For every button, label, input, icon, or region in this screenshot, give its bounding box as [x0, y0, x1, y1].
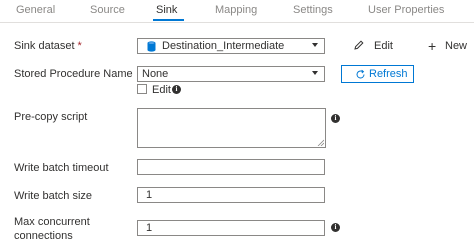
- stored-procedure-select[interactable]: None: [137, 66, 325, 82]
- tab-bar: General Source Sink Mapping Settings Use…: [0, 0, 474, 23]
- chevron-down-icon: [312, 71, 318, 75]
- tab-sink[interactable]: Sink: [156, 4, 177, 16]
- max-concurrent-value: 1: [146, 222, 153, 234]
- edit-dataset-label: Edit: [374, 40, 393, 52]
- plus-icon: +: [428, 38, 437, 54]
- write-batch-timeout-input[interactable]: [137, 159, 325, 175]
- write-batch-size-label: Write batch size: [14, 190, 93, 202]
- resize-grip-icon[interactable]: [317, 139, 324, 146]
- required-marker: *: [77, 40, 82, 52]
- info-icon: i: [331, 223, 340, 232]
- max-concurrent-label-line1: Max concurrent: [14, 216, 90, 228]
- sink-settings-panel: General Source Sink Mapping Settings Use…: [0, 0, 474, 246]
- refresh-icon: [356, 69, 365, 79]
- tab-general[interactable]: General: [16, 4, 55, 16]
- write-batch-size-value: 1: [146, 189, 153, 201]
- pre-copy-script-label: Pre-copy script: [14, 111, 88, 123]
- sink-dataset-label: Sink dataset *: [14, 40, 82, 52]
- refresh-label: Refresh: [369, 68, 408, 80]
- new-dataset-label: New: [445, 40, 468, 52]
- tab-source[interactable]: Source: [90, 4, 125, 16]
- stored-procedure-value: None: [142, 68, 169, 80]
- max-concurrent-label-line2: connections: [14, 230, 73, 242]
- tab-user-properties[interactable]: User Properties: [368, 4, 444, 16]
- database-icon: [147, 41, 156, 52]
- sink-dataset-select[interactable]: Destination_Intermediate: [137, 38, 325, 54]
- pre-copy-script-textarea[interactable]: [137, 108, 326, 148]
- stored-procedure-label: Stored Procedure Name: [14, 68, 133, 80]
- chevron-down-icon: [312, 43, 318, 47]
- info-icon: i: [331, 114, 340, 123]
- edit-procedure-label: Edit: [152, 84, 171, 96]
- edit-procedure-checkbox[interactable]: [137, 84, 147, 94]
- tab-mapping[interactable]: Mapping: [215, 4, 257, 16]
- refresh-button[interactable]: Refresh: [341, 65, 414, 83]
- tab-settings[interactable]: Settings: [293, 4, 333, 16]
- max-concurrent-input[interactable]: 1: [137, 220, 325, 236]
- pencil-icon: [354, 40, 364, 50]
- info-icon: i: [172, 85, 181, 94]
- sink-dataset-label-text: Sink dataset: [14, 40, 75, 52]
- active-tab-indicator: [153, 19, 184, 21]
- write-batch-size-input[interactable]: 1: [137, 187, 325, 203]
- write-batch-timeout-label: Write batch timeout: [14, 162, 109, 174]
- sink-dataset-value: Destination_Intermediate: [162, 40, 285, 52]
